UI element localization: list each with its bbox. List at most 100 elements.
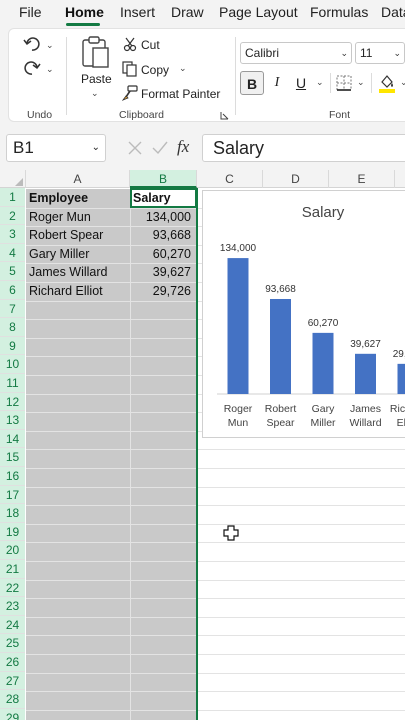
redo-icon[interactable] (23, 59, 41, 77)
column-header-b[interactable]: B (130, 170, 197, 188)
row-header-26[interactable]: 26 (0, 653, 25, 672)
chart-bar[interactable] (227, 258, 249, 394)
corner-triangle-icon (15, 178, 23, 186)
row-header-10[interactable]: 10 (0, 355, 25, 374)
row-header-4[interactable]: 4 (0, 243, 25, 263)
scissors-icon[interactable] (123, 37, 137, 52)
row-header-22[interactable]: 22 (0, 578, 25, 598)
name-box[interactable]: B1 ⌄ (6, 134, 106, 162)
row-header-5[interactable]: 5 (0, 262, 25, 281)
cell-b3[interactable]: 93,668 (131, 226, 191, 245)
borders-icon[interactable] (336, 75, 352, 91)
row-gridline (26, 486, 405, 488)
column-header-a[interactable]: A (26, 170, 130, 188)
borders-dropdown-icon[interactable]: ⌄ (357, 77, 365, 88)
row-header-1[interactable]: 1 (0, 188, 25, 207)
menu-formulas[interactable]: Formulas (310, 4, 368, 20)
font-size-value: 11 (360, 46, 373, 60)
row-header-13[interactable]: 13 (0, 411, 25, 430)
paste-dropdown-icon[interactable]: ⌄ (91, 88, 99, 99)
menu-page-layout[interactable]: Page Layout (219, 4, 298, 20)
formula-input[interactable]: Salary (202, 134, 405, 162)
cell-a2[interactable]: Roger Mun (29, 208, 129, 227)
row-header-24[interactable]: 24 (0, 615, 25, 635)
cell-a3[interactable]: Robert Spear (29, 226, 129, 245)
formula-bar: B1 ⌄ fx Salary (0, 124, 405, 170)
row-header-9[interactable]: 9 (0, 336, 25, 356)
cell-a4[interactable]: Gary Miller (29, 245, 129, 264)
row-header-19[interactable]: 19 (0, 522, 25, 542)
cell-a6[interactable]: Richard Elliot (29, 282, 129, 301)
column-header-d[interactable]: D (263, 170, 329, 188)
column-headers: A B C D E (0, 170, 405, 188)
row-header-28[interactable]: 28 (0, 690, 25, 709)
row-header-6[interactable]: 6 (0, 281, 25, 300)
menu-home[interactable]: Home (65, 4, 104, 20)
menu-draw[interactable]: Draw (171, 4, 204, 20)
row-header-11[interactable]: 11 (0, 374, 25, 393)
cell-b6[interactable]: 29,726 (131, 282, 191, 301)
cell-a1[interactable]: Employee (29, 189, 129, 208)
cell-b5[interactable]: 39,627 (131, 263, 191, 282)
cancel-icon[interactable] (128, 141, 142, 155)
row-gridline (26, 672, 405, 674)
font-size-select[interactable]: 11 ⌄ (355, 42, 405, 64)
dialog-launcher-icon[interactable] (220, 111, 229, 120)
bold-button[interactable]: B (240, 71, 264, 95)
cell-a5[interactable]: James Willard (29, 263, 129, 282)
redo-dropdown-icon[interactable]: ⌄ (46, 64, 54, 75)
row-header-18[interactable]: 18 (0, 504, 25, 523)
format-painter-icon[interactable] (122, 85, 138, 101)
group-separator (66, 37, 67, 115)
copy-dropdown-icon[interactable]: ⌄ (179, 63, 187, 74)
row-header-3[interactable]: 3 (0, 225, 25, 244)
cell-b2[interactable]: 134,000 (131, 208, 191, 227)
undo-dropdown-icon[interactable]: ⌄ (46, 40, 54, 51)
row-header-12[interactable]: 12 (0, 392, 25, 412)
row-header-2[interactable]: 2 (0, 206, 25, 226)
cell-b4[interactable]: 60,270 (131, 245, 191, 264)
row-header-25[interactable]: 25 (0, 634, 25, 653)
font-family-select[interactable]: Calibri ⌄ (240, 42, 352, 64)
enter-check-icon[interactable] (152, 141, 168, 155)
menu-insert[interactable]: Insert (120, 4, 155, 20)
menu-data[interactable]: Data (381, 4, 405, 20)
fill-color-dropdown-icon[interactable]: ⌄ (400, 77, 405, 88)
chart-bar[interactable] (270, 298, 291, 394)
row-header-8[interactable]: 8 (0, 318, 25, 337)
menu-file[interactable]: File (19, 4, 42, 20)
row-header-16[interactable]: 16 (0, 467, 25, 486)
undo-icon[interactable] (23, 35, 41, 53)
italic-button[interactable]: I (265, 71, 289, 95)
row-header-29[interactable]: 29 (0, 708, 25, 720)
salary-chart[interactable]: Salary 134,000 Roger Mun 93,668 Robert Spear 6… (202, 190, 405, 438)
underline-button[interactable]: U (289, 71, 313, 95)
chart-bar[interactable] (397, 363, 405, 394)
row-header-7[interactable]: 7 (0, 299, 25, 319)
chart-data-label: 60,270 (308, 318, 339, 329)
cell-b1[interactable]: Salary (133, 189, 195, 208)
copy-icon[interactable] (122, 61, 138, 77)
fill-color-icon[interactable] (378, 73, 396, 93)
insert-function-button[interactable]: fx (177, 137, 189, 157)
column-header-e[interactable]: E (329, 170, 395, 188)
undo-group-label: Undo (27, 109, 53, 121)
row-headers: 1 2 3 4 5 6 7 8 9 10 11 12 13 14 15 16 17 18 19 20 21 22 23 24 2… (0, 188, 25, 720)
row-header-20[interactable]: 20 (0, 541, 25, 560)
row-header-15[interactable]: 15 (0, 448, 25, 467)
paste-button[interactable]: Paste (81, 72, 112, 86)
select-all-corner[interactable] (0, 170, 26, 188)
row-header-17[interactable]: 17 (0, 485, 25, 505)
chart-bar[interactable] (312, 332, 334, 394)
underline-dropdown-icon[interactable]: ⌄ (316, 77, 324, 88)
row-header-23[interactable]: 23 (0, 597, 25, 616)
cut-button[interactable]: Cut (141, 38, 160, 52)
chart-bar[interactable] (355, 353, 376, 394)
paste-icon[interactable] (81, 35, 111, 69)
row-header-27[interactable]: 27 (0, 671, 25, 691)
row-header-14[interactable]: 14 (0, 429, 25, 449)
copy-button[interactable]: Copy (141, 63, 169, 77)
row-header-21[interactable]: 21 (0, 560, 25, 579)
format-painter-button[interactable]: Format Painter (141, 87, 220, 101)
column-header-c[interactable]: C (197, 170, 263, 188)
